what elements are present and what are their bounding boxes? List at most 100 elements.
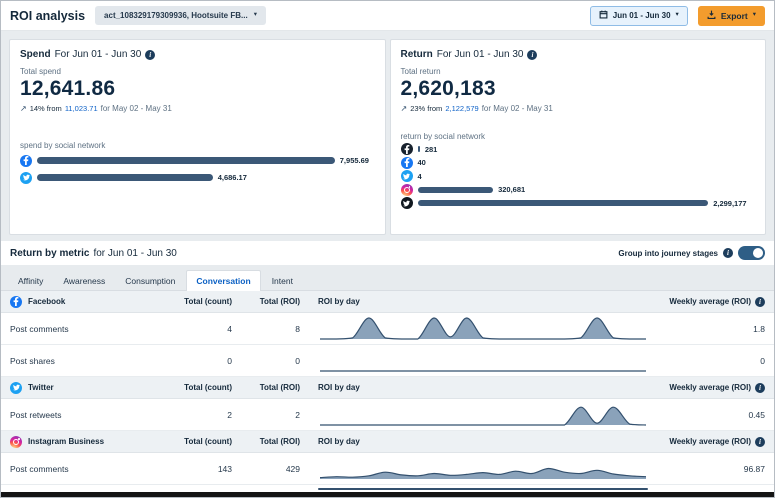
- group-header-twitter: TwitterTotal (count)Total (ROI)ROI by da…: [1, 377, 774, 399]
- return-by-network-bars: 281 40 4 320,681 2,299,177: [401, 144, 756, 209]
- roi-analysis-app: ROI analysis act_108329179309936, Hootsu…: [0, 0, 775, 498]
- total-count-value: 143: [160, 464, 232, 474]
- spend-by-network-bars: 7,955.69 4,686.17: [20, 154, 375, 184]
- summary-cards: Spend For Jun 01 - Jun 30 i Total spend …: [1, 31, 774, 241]
- tab-affinity[interactable]: Affinity: [9, 270, 52, 291]
- column-header-total-count: Total (count): [160, 437, 232, 446]
- roi-by-day-sparkline: [318, 348, 648, 374]
- metric-tabs: AffinityAwarenessConsumptionConversation…: [1, 265, 774, 291]
- total-spend-label: Total spend: [20, 67, 375, 76]
- metric-row: Post retweets220.45: [1, 399, 774, 431]
- network-bar: [418, 187, 494, 193]
- download-icon: [707, 10, 716, 21]
- roi-by-day-cell: [300, 402, 660, 428]
- network-bar-row: 281: [401, 144, 756, 155]
- roi-by-day-sparkline: [318, 316, 648, 342]
- network-bar-row: 4: [401, 171, 756, 182]
- weekly-average-value: 0: [660, 356, 765, 366]
- roi-by-day-sparkline: [318, 402, 648, 428]
- group-header-instagram: Instagram BusinessTotal (count)Total (RO…: [1, 431, 774, 453]
- info-icon[interactable]: i: [755, 383, 765, 393]
- info-icon[interactable]: i: [145, 50, 155, 60]
- column-header-roi-by-day: ROI by day: [300, 437, 660, 446]
- network-bar: [37, 157, 335, 164]
- network-bar: [418, 146, 420, 152]
- metric-row: Post comments143429 96.87: [1, 453, 774, 485]
- date-range-picker[interactable]: Jun 01 - Jun 30 ▾: [590, 6, 688, 26]
- group-name: Twitter: [10, 382, 160, 394]
- group-name: Instagram Business: [10, 436, 160, 448]
- roi-by-day-cell: [300, 456, 660, 482]
- column-header-weekly-average: Weekly average (ROI)i: [660, 437, 765, 447]
- spend-change-line: ↗ 14% from 11,023.71 for May 02 - May 31: [20, 104, 375, 113]
- tab-intent[interactable]: Intent: [263, 270, 302, 291]
- column-header-weekly-average: Weekly average (ROI)i: [660, 297, 765, 307]
- metrics-title: Return by metric for Jun 01 - Jun 30: [10, 248, 177, 259]
- network-bar-row: 2,299,177: [401, 198, 756, 209]
- total-count-value: 2: [160, 410, 232, 420]
- weekly-average-value: 96.87: [660, 464, 765, 474]
- network-bar-value: 40: [418, 158, 426, 167]
- total-count-value: 4: [160, 324, 232, 334]
- date-range-label: Jun 01 - Jun 30: [613, 11, 671, 20]
- instagram-icon: [401, 184, 413, 196]
- column-header-roi-by-day: ROI by day: [300, 383, 660, 392]
- network-bar-value: 281: [425, 145, 438, 154]
- metric-name: Post comments: [10, 464, 160, 474]
- column-header-total-roi: Total (ROI): [232, 297, 300, 306]
- previous-return-link[interactable]: 2,122,579: [445, 104, 478, 113]
- group-name-label: Facebook: [28, 297, 65, 306]
- network-bar-row: 4,686.17: [20, 171, 375, 184]
- return-title-text: Return: [401, 49, 433, 60]
- calendar-icon: [599, 10, 608, 21]
- twitter-icon: [401, 170, 413, 182]
- metrics-table: FacebookTotal (count)Total (ROI)ROI by d…: [1, 291, 774, 485]
- total-return-label: Total return: [401, 67, 756, 76]
- total-return-value: 2,620,183: [401, 77, 756, 101]
- group-name: Facebook: [10, 296, 160, 308]
- group-name-label: Twitter: [28, 383, 54, 392]
- total-roi-value: 0: [232, 356, 300, 366]
- info-icon[interactable]: i: [723, 248, 733, 258]
- metric-name: Post comments: [10, 324, 160, 334]
- export-button[interactable]: Export ▾: [698, 6, 765, 26]
- chevron-down-icon: ▾: [753, 12, 756, 19]
- window-bottom-edge: [1, 492, 774, 497]
- twitter-icon: [20, 172, 32, 184]
- metrics-title-text: Return by metric: [10, 248, 89, 259]
- metric-name: Post shares: [10, 356, 160, 366]
- metrics-subtitle: for Jun 01 - Jun 30: [93, 248, 176, 259]
- tab-conversation[interactable]: Conversation: [186, 270, 260, 291]
- column-header-total-roi: Total (ROI): [232, 383, 300, 392]
- weekly-average-value: 0.45: [660, 410, 765, 420]
- previous-spend-link[interactable]: 11,023.71: [65, 104, 98, 113]
- return-by-metric-section: Return by metric for Jun 01 - Jun 30 Gro…: [1, 241, 774, 497]
- return-change-line: ↗ 23% from 2,122,579 for May 02 - May 31: [401, 104, 756, 113]
- journey-stages-toggle[interactable]: [738, 246, 765, 260]
- total-roi-value: 429: [232, 464, 300, 474]
- metric-name: Post retweets: [10, 410, 160, 420]
- spend-change-text: 14% from: [30, 104, 62, 113]
- return-card-title: Return For Jun 01 - Jun 30 i: [401, 49, 756, 60]
- total-roi-value: 2: [232, 410, 300, 420]
- export-label: Export: [721, 11, 748, 21]
- spend-card-title: Spend For Jun 01 - Jun 30 i: [20, 49, 375, 60]
- info-icon[interactable]: i: [527, 50, 537, 60]
- account-selector[interactable]: act_108329179309936, Hootsuite FB... ▾: [95, 6, 266, 25]
- tab-consumption[interactable]: Consumption: [116, 270, 184, 291]
- info-icon[interactable]: i: [755, 437, 765, 447]
- roi-by-day-cell: [300, 316, 660, 342]
- info-icon[interactable]: i: [755, 297, 765, 307]
- network-bar-value: 320,681: [498, 185, 525, 194]
- metric-row: Post comments481.8: [1, 313, 774, 345]
- partial-table-row: [1, 485, 774, 492]
- tab-awareness[interactable]: Awareness: [54, 270, 114, 291]
- partial-sparkline: [318, 488, 648, 490]
- network-bar-row: 320,681: [401, 184, 756, 195]
- total-count-value: 0: [160, 356, 232, 366]
- facebook-icon: [10, 296, 22, 308]
- column-header-roi-by-day: ROI by day: [300, 297, 660, 306]
- network-bar-value: 7,955.69: [340, 156, 369, 165]
- journey-stages-label: Group into journey stages: [618, 249, 718, 258]
- spend-breakdown-label: spend by social network: [20, 141, 375, 150]
